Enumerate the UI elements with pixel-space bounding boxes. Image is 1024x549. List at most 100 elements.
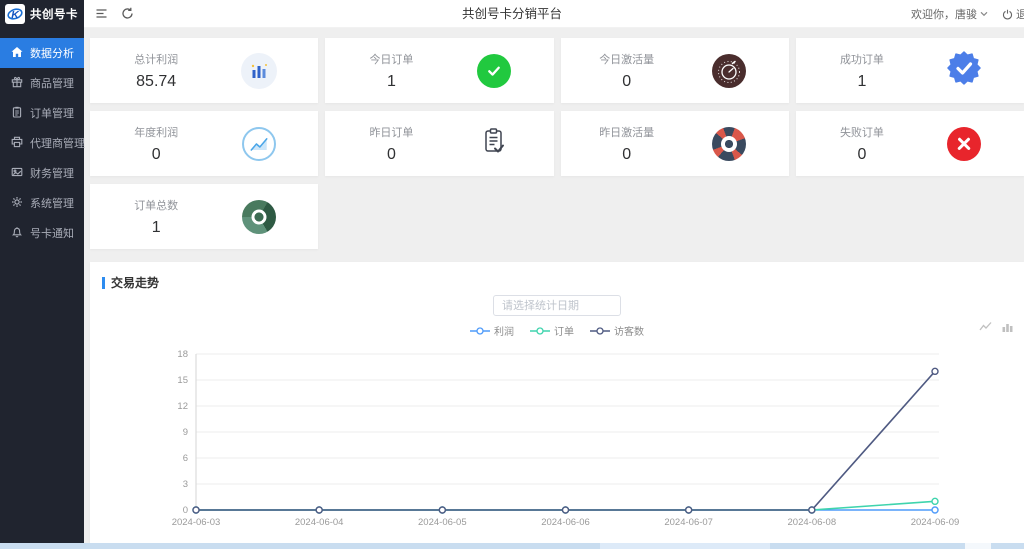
stat-label: 总计利润 <box>90 51 222 67</box>
stat-value: 85.74 <box>90 73 222 91</box>
sidebar-item-notifications[interactable]: 号卡通知 <box>0 218 84 248</box>
svg-text:18: 18 <box>177 349 188 360</box>
sidebar-item-agents[interactable]: 代理商管理 <box>0 128 84 158</box>
stat-card-yesterday-activations: 昨日激活量 0 <box>561 111 789 176</box>
stat-label: 昨日激活量 <box>561 124 693 140</box>
stat-label: 今日激活量 <box>561 51 693 67</box>
app-window: K 共创号卡 数据分析 商品管理 订单管理 代理商管理 财 <box>0 0 1024 549</box>
line-chart-toggle-icon[interactable] <box>979 320 992 333</box>
svg-text:0: 0 <box>183 505 188 516</box>
clipboard-icon <box>11 106 23 121</box>
svg-text:K: K <box>11 9 20 21</box>
sidebar-item-label: 代理商管理 <box>30 135 85 151</box>
stopwatch-icon <box>712 54 746 88</box>
refresh-icon[interactable] <box>121 7 134 25</box>
section-title: 交易走势 <box>111 274 159 291</box>
logo-text: 共创号卡 <box>30 6 78 22</box>
stat-card-total-profit: 总计利润 85.74 <box>90 38 318 103</box>
stat-cards: 总计利润 85.74 今日订单 1 今日激活量 0 <box>90 38 1024 249</box>
stat-label: 年度利润 <box>90 124 222 140</box>
stat-value: 1 <box>796 73 928 91</box>
title-accent-bar <box>102 277 105 289</box>
collapse-menu-icon[interactable] <box>95 7 108 25</box>
sidebar-item-system[interactable]: 系统管理 <box>0 188 84 218</box>
legend-item-1[interactable]: 订单 <box>530 323 574 338</box>
svg-text:2024-06-07: 2024-06-07 <box>664 517 713 528</box>
stat-card-today-orders: 今日订单 1 <box>325 38 553 103</box>
stat-value: 0 <box>90 146 222 164</box>
x-circle-icon <box>947 127 981 161</box>
logo-icon: K <box>5 4 25 24</box>
date-range-input[interactable] <box>493 295 621 316</box>
svg-text:2024-06-05: 2024-06-05 <box>418 517 467 528</box>
welcome-text: 欢迎你，唐骏 <box>911 6 977 22</box>
stat-card-failed-orders: 失败订单 0 <box>796 111 1024 176</box>
sidebar-item-label: 财务管理 <box>30 165 74 181</box>
svg-text:2024-06-06: 2024-06-06 <box>541 517 590 528</box>
sidebar-item-label: 系统管理 <box>30 195 74 211</box>
stat-value: 0 <box>561 73 693 91</box>
legend-item-0[interactable]: 利润 <box>470 323 514 338</box>
svg-text:2024-06-03: 2024-06-03 <box>172 517 221 528</box>
top-header: 共创号卡分销平台 欢迎你，唐骏 退出 <box>84 0 1024 28</box>
trend-panel: 交易走势 利润 订单 访客数 0 3 6 9 12 15 18 2024-06-03 2024-06… <box>90 262 1024 543</box>
gear-icon <box>11 196 23 211</box>
legend-item-2[interactable]: 访客数 <box>590 323 644 338</box>
sidebar-item-label: 数据分析 <box>30 45 74 61</box>
stat-label: 订单总数 <box>90 197 222 213</box>
logout-label: 退出 <box>1016 6 1024 22</box>
svg-text:15: 15 <box>177 375 188 386</box>
svg-text:2024-06-08: 2024-06-08 <box>788 517 837 528</box>
sidebar-item-label: 号卡通知 <box>30 225 74 241</box>
chart-toolbox <box>979 320 1014 333</box>
verified-badge-icon <box>947 51 981 90</box>
trend-chart[interactable]: 0 3 6 9 12 15 18 2024-06-03 2024-06-04 2024-06-05… <box>90 344 1024 541</box>
trend-circle-icon <box>242 127 276 161</box>
power-icon <box>1002 9 1013 20</box>
svg-text:9: 9 <box>183 427 188 438</box>
svg-text:12: 12 <box>177 401 188 412</box>
sidebar: K 共创号卡 数据分析 商品管理 订单管理 代理商管理 财 <box>0 0 84 543</box>
sidebar-item-finance[interactable]: 财务管理 <box>0 158 84 188</box>
logo: K 共创号卡 <box>0 0 84 28</box>
stat-value: 1 <box>90 219 222 237</box>
svg-text:2024-06-09: 2024-06-09 <box>911 517 960 528</box>
sidebar-item-orders[interactable]: 订单管理 <box>0 98 84 128</box>
chrome-icon <box>242 200 276 234</box>
svg-text:3: 3 <box>183 479 188 490</box>
svg-text:2024-06-04: 2024-06-04 <box>295 517 344 528</box>
bell-icon <box>11 226 23 241</box>
stat-card-yesterday-orders: 昨日订单 0 <box>325 111 553 176</box>
svg-text:6: 6 <box>183 453 188 464</box>
stat-label: 成功订单 <box>796 51 928 67</box>
bar-chart-toggle-icon[interactable] <box>1001 320 1014 333</box>
bar-chart-icon <box>241 53 277 89</box>
chart-legend: 利润 订单 访客数 <box>90 323 1024 338</box>
sidebar-menu: 数据分析 商品管理 订单管理 代理商管理 财务管理 系统管理 <box>0 38 84 248</box>
stat-value: 0 <box>561 146 693 164</box>
check-circle-icon <box>477 54 511 88</box>
wheel-icon <box>712 127 746 161</box>
sidebar-item-label: 商品管理 <box>30 75 74 91</box>
sidebar-item-data-analysis[interactable]: 数据分析 <box>0 38 84 68</box>
stat-card-total-orders: 订单总数 1 <box>90 184 318 249</box>
stat-value: 0 <box>325 146 457 164</box>
sidebar-item-label: 订单管理 <box>30 105 74 121</box>
printer-icon <box>11 136 23 151</box>
page-title: 共创号卡分销平台 <box>462 0 562 28</box>
stat-label: 今日订单 <box>325 51 457 67</box>
taskbar-strip <box>0 543 1024 549</box>
clipboard-check-icon <box>481 127 507 160</box>
stat-label: 失败订单 <box>796 124 928 140</box>
gift-icon <box>11 76 23 91</box>
main-content: 总计利润 85.74 今日订单 1 今日激活量 0 <box>84 28 1024 543</box>
stat-label: 昨日订单 <box>325 124 457 140</box>
card-icon <box>11 166 23 181</box>
user-menu[interactable]: 欢迎你，唐骏 <box>911 6 988 22</box>
stat-card-today-activations: 今日激活量 0 <box>561 38 789 103</box>
stat-value: 1 <box>325 73 457 91</box>
sidebar-item-products[interactable]: 商品管理 <box>0 68 84 98</box>
logout-button[interactable]: 退出 <box>1002 6 1024 22</box>
stat-value: 0 <box>796 146 928 164</box>
stat-card-year-profit: 年度利润 0 <box>90 111 318 176</box>
